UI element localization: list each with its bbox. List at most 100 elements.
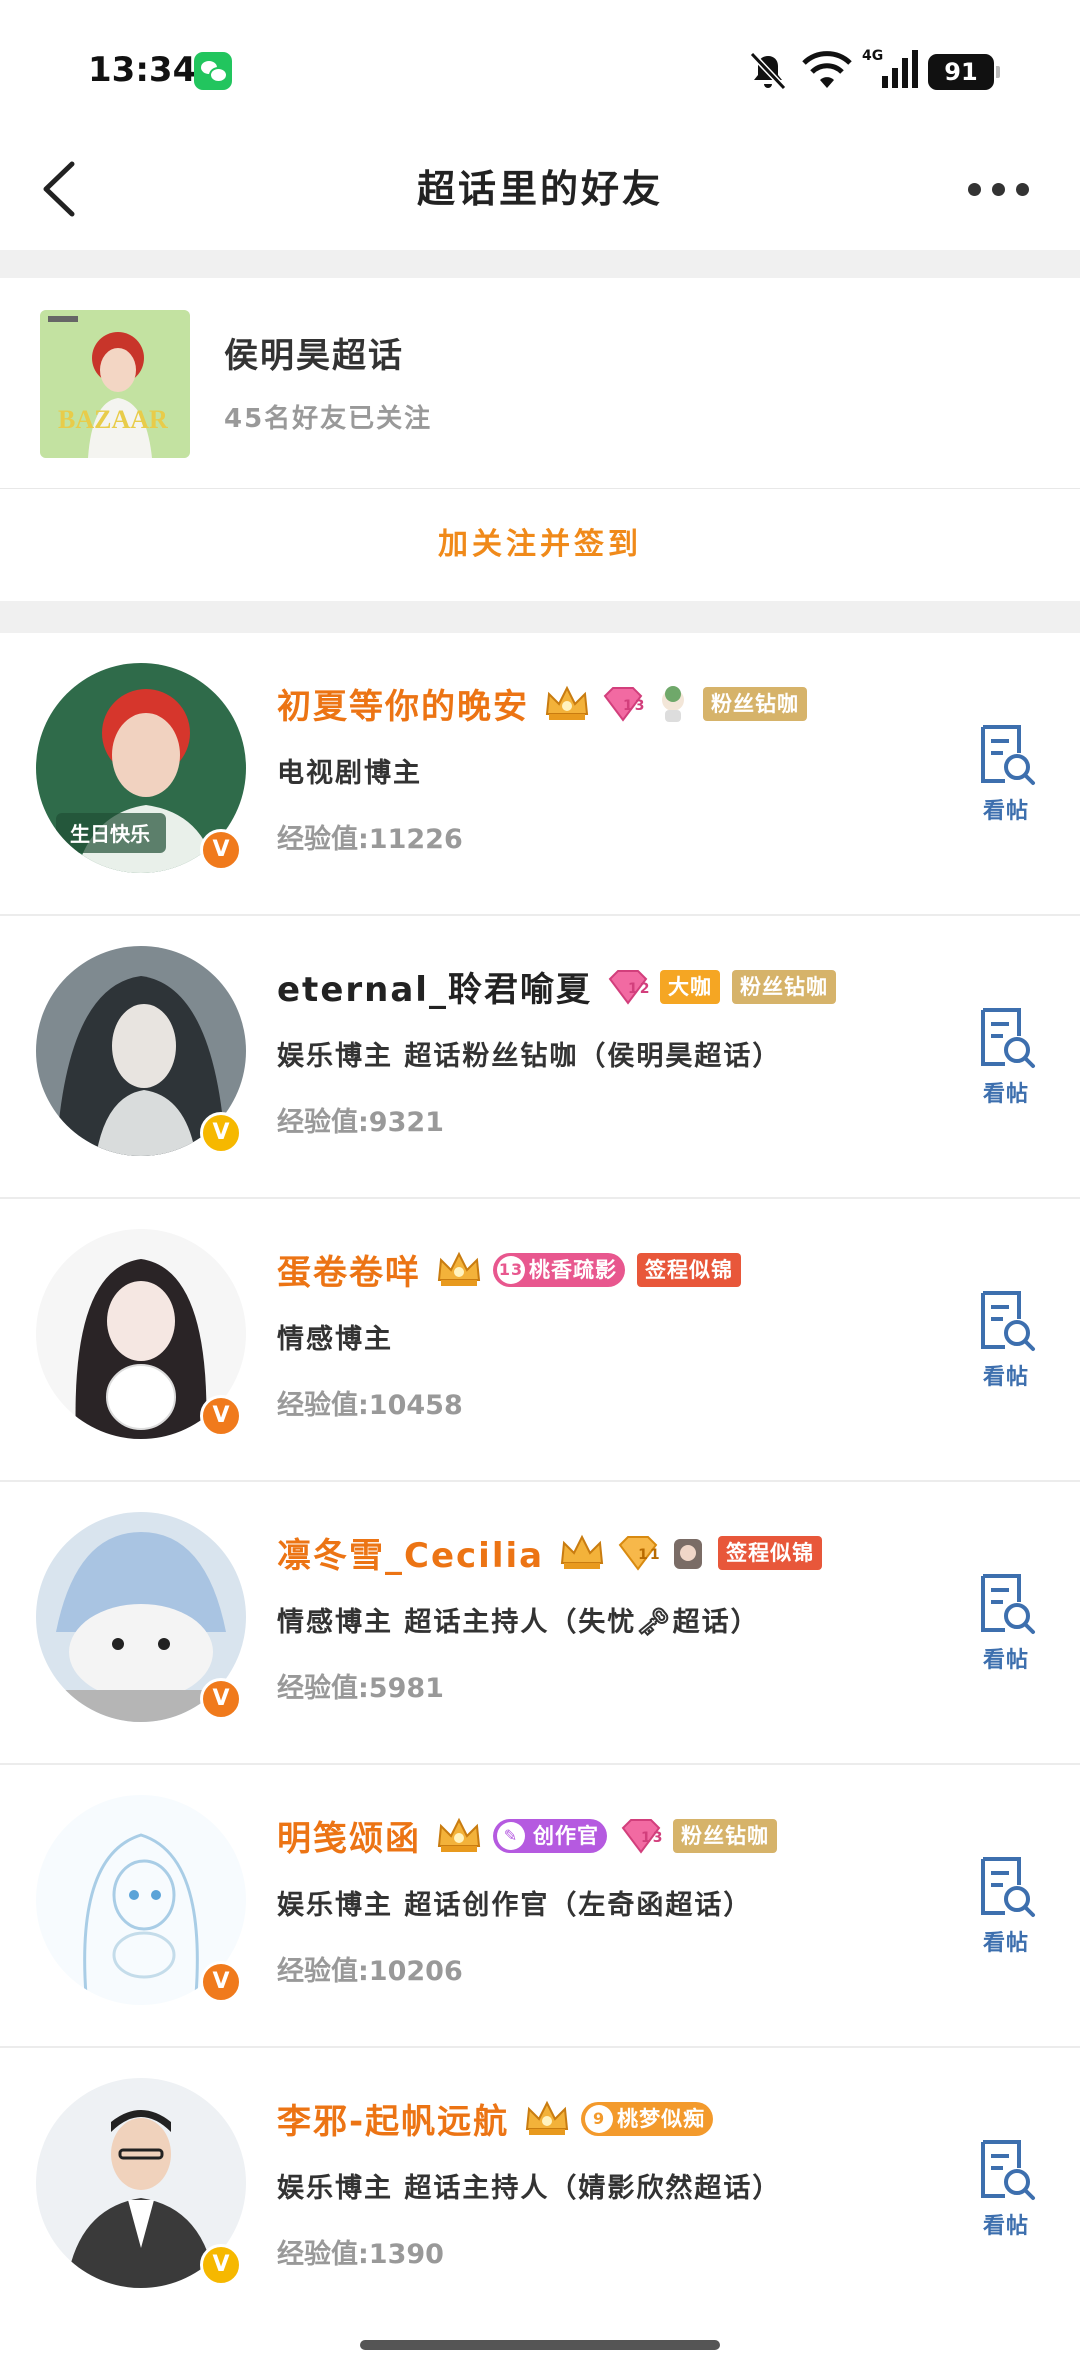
verified-badge: V — [200, 2244, 242, 2286]
fan-level: 13 — [497, 1255, 525, 1284]
mute-bell-icon — [749, 51, 787, 91]
experience-value: 经验值:11226 — [277, 824, 463, 855]
fan-level: 13 — [623, 697, 647, 714]
user-name-line: 蛋卷卷咩 13 桃香疏影 签程似锦 — [277, 1245, 753, 1294]
view-posts-icon — [981, 1291, 1035, 1351]
fan-tag: 粉丝钻咖 — [673, 1818, 777, 1853]
experience-value: 经验值:1390 — [277, 2239, 444, 2270]
user-name-line: eternal_聆君喻夏 12 大咖 粉丝钻咖 — [277, 962, 848, 1011]
view-posts-button[interactable]: 看帖 — [966, 1855, 1046, 1965]
view-posts-button[interactable]: 看帖 — [966, 1572, 1046, 1682]
svg-text:生日快乐: 生日快乐 — [70, 822, 150, 846]
wifi-icon — [802, 51, 852, 88]
fan-level-badge: 13 — [619, 1816, 673, 1856]
user-description: 娱乐博主 超话主持人（婧影欣然超话） — [277, 2173, 782, 2204]
user-name[interactable]: 凛冬雪_Cecilia — [277, 1528, 544, 1577]
user-description: 电视剧博主 — [277, 758, 422, 789]
status-time: 13:34 — [88, 50, 197, 90]
user-name[interactable]: 蛋卷卷咩 — [277, 1245, 421, 1294]
home-indicator[interactable] — [360, 2340, 720, 2350]
friend-row[interactable]: V eternal_聆君喻夏 12 大咖 粉丝钻咖 娱乐博主 超话粉丝钻咖（侯明… — [0, 916, 1080, 1199]
view-posts-label: 看帖 — [982, 2214, 1029, 2239]
svg-text:BAZAAR: BAZAAR — [58, 405, 168, 434]
fan-tag-label: 桃梦似痴 — [617, 2106, 706, 2131]
topic-name: 侯明昊超话 — [224, 336, 404, 376]
sticker-icon — [674, 1538, 703, 1569]
fan-level-badge: 11 — [616, 1533, 670, 1573]
fan-level: 11 — [638, 1546, 662, 1563]
fan-level-tag: 9 桃梦似痴 — [581, 2101, 714, 2136]
verified-badge: V — [200, 1961, 242, 2003]
fan-level-badge: 12 — [606, 967, 660, 1007]
crown-icon — [545, 685, 589, 720]
verified-badge: V — [200, 1678, 242, 1720]
section-divider — [0, 601, 1080, 633]
page-title: 超话里的好友 — [416, 167, 663, 211]
creator-icon: ✎ — [497, 1821, 525, 1850]
crown-icon — [437, 1817, 481, 1852]
big-v-tag: 大咖 — [659, 969, 720, 1004]
experience-value: 经验值:9321 — [277, 1107, 444, 1138]
user-name-line: 初夏等你的晚安 13 粉丝钻咖 — [277, 679, 819, 728]
view-posts-icon — [981, 1008, 1035, 1068]
view-posts-button[interactable]: 看帖 — [966, 1006, 1046, 1116]
view-posts-label: 看帖 — [982, 799, 1029, 824]
experience-value: 经验值:10206 — [277, 1956, 463, 1987]
view-posts-label: 看帖 — [982, 1648, 1029, 1673]
friend-row[interactable]: V 明笺颂函 ✎ 创作官 13 粉丝钻咖 娱乐博主 超话创作官（左奇函超话） 经验… — [0, 1765, 1080, 2048]
creator-tag-label: 创作官 — [533, 1823, 599, 1848]
topic-card[interactable]: BAZAAR 侯明昊超话 45名好友已关注 — [0, 278, 1080, 488]
creator-tag: ✎ 创作官 — [493, 1818, 607, 1853]
user-name[interactable]: 初夏等你的晚安 — [277, 679, 529, 728]
user-description: 娱乐博主 超话创作官（左奇函超话） — [277, 1890, 753, 1921]
follow-and-checkin-button[interactable]: 加关注并签到 — [0, 489, 1080, 601]
view-posts-icon — [981, 725, 1035, 785]
user-name[interactable]: 明笺颂函 — [277, 1811, 421, 1860]
fan-level: 12 — [627, 980, 652, 997]
view-posts-icon — [981, 2140, 1035, 2200]
checkin-tag: 签程似锦 — [637, 1252, 741, 1287]
user-name-line: 明笺颂函 ✎ 创作官 13 粉丝钻咖 — [277, 1811, 789, 1860]
fan-tag: 粉丝钻咖 — [731, 969, 836, 1004]
sticker-icon — [662, 685, 684, 722]
checkin-tag: 签程似锦 — [718, 1535, 823, 1570]
user-name-line: 李邪-起帆远航 9 桃梦似痴 — [277, 2094, 725, 2143]
friend-row[interactable]: V 李邪-起帆远航 9 桃梦似痴 娱乐博主 超话主持人（婧影欣然超话） 经验值:1… — [0, 2048, 1080, 2331]
friends-followed-count: 45名好友已关注 — [224, 404, 433, 434]
crown-icon — [560, 1534, 604, 1569]
fan-level-badge: 13 — [601, 684, 655, 724]
friend-row[interactable]: 生日快乐 V 初夏等你的晚安 13 粉丝钻咖 电视剧博主 经验值:11226 看… — [0, 633, 1080, 916]
view-posts-button[interactable]: 看帖 — [966, 723, 1046, 833]
status-bar: 13:34 4G 91 — [0, 0, 1080, 130]
user-name-line: 凛冬雪_Cecilia 11 签程似锦 — [277, 1528, 834, 1577]
friend-row[interactable]: V 蛋卷卷咩 13 桃香疏影 签程似锦 情感博主 经验值:10458 看帖 — [0, 1199, 1080, 1482]
verified-badge: V — [200, 1112, 242, 1154]
topic-cover-image: BAZAAR — [40, 310, 190, 458]
fan-tag: 粉丝钻咖 — [703, 686, 807, 721]
verified-badge: V — [200, 1395, 242, 1437]
crown-icon — [526, 2100, 569, 2135]
friend-row[interactable]: V 凛冬雪_Cecilia 11 签程似锦 情感博主 超话主持人（失忧🗝超话） … — [0, 1482, 1080, 1765]
fan-tag-label: 桃香疏影 — [529, 1257, 617, 1282]
fan-level: 9 — [585, 2104, 614, 2133]
view-posts-icon — [981, 1857, 1035, 1917]
user-description: 情感博主 超话主持人（失忧🗝超话） — [277, 1607, 760, 1638]
user-name[interactable]: eternal_聆君喻夏 — [277, 962, 592, 1011]
experience-value: 经验值:5981 — [277, 1673, 444, 1704]
fan-level-tag: 13 桃香疏影 — [493, 1252, 625, 1287]
view-posts-button[interactable]: 看帖 — [966, 1289, 1046, 1399]
user-name[interactable]: 李邪-起帆远航 — [277, 2094, 509, 2143]
battery-indicator: 91 — [928, 54, 1000, 90]
network-type-label: 4G — [862, 48, 883, 64]
view-posts-label: 看帖 — [982, 1931, 1029, 1956]
fan-level: 13 — [641, 1829, 665, 1846]
more-options-icon[interactable] — [964, 174, 1034, 204]
view-posts-label: 看帖 — [982, 1365, 1029, 1390]
user-description: 情感博主 — [277, 1324, 393, 1355]
section-divider — [0, 250, 1080, 278]
view-posts-icon — [981, 1574, 1035, 1634]
user-description: 娱乐博主 超话粉丝钻咖（侯明昊超话） — [277, 1041, 782, 1072]
view-posts-button[interactable]: 看帖 — [966, 2138, 1046, 2248]
wechat-notification-icon — [194, 52, 232, 90]
verified-badge: V — [200, 829, 242, 871]
